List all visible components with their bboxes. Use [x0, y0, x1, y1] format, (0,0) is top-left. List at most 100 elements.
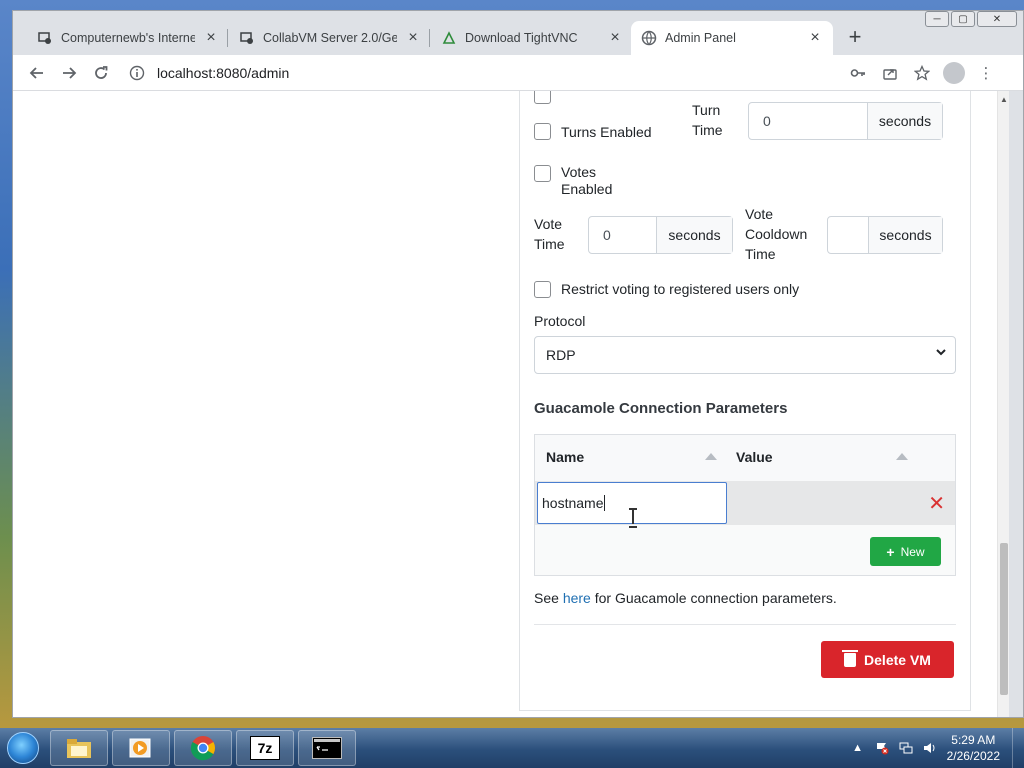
bookmark-star-icon[interactable]	[911, 62, 933, 84]
forward-icon[interactable]	[53, 59, 85, 87]
column-header-value[interactable]: Value	[736, 449, 773, 465]
minimize-icon[interactable]: ─	[925, 11, 949, 27]
window-controls: ─ ▢ ✕	[925, 11, 1017, 27]
tab-title: CollabVM Server 2.0/Geth	[263, 31, 397, 45]
vote-time-unit: seconds	[656, 217, 732, 253]
7zip-icon: 7z	[250, 736, 280, 760]
delete-vm-button[interactable]: Delete VM	[821, 641, 954, 678]
show-desktop-button[interactable]	[1012, 728, 1024, 768]
tightvnc-icon	[441, 30, 457, 46]
system-tray: ▲ 5:29 AM 2/26/2022	[851, 728, 1024, 768]
table-header: Name Value	[535, 435, 955, 481]
tab-computernewb[interactable]: Computernewb's Internet ×	[27, 21, 229, 55]
protocol-selected: RDP	[546, 347, 576, 363]
votes-enabled-label: Votes Enabled	[561, 164, 613, 197]
vote-cooldown-label: Vote Cooldown Time	[745, 206, 808, 262]
chrome-icon	[189, 735, 217, 761]
turns-enabled-checkbox[interactable]	[534, 123, 551, 140]
close-icon[interactable]: ×	[807, 29, 823, 47]
browser-toolbar: localhost:8080/admin ⋮	[13, 55, 1023, 91]
divider	[534, 624, 956, 625]
start-button[interactable]	[0, 728, 46, 768]
vote-cooldown-input[interactable]	[828, 217, 868, 253]
share-icon[interactable]	[879, 62, 901, 84]
vm-settings-panel: Turns Enabled Turn Time 0 seconds Votes …	[519, 91, 971, 711]
explorer-taskbar-button[interactable]	[50, 730, 108, 766]
reload-icon[interactable]	[85, 59, 117, 87]
volume-icon[interactable]	[923, 741, 937, 755]
tab-tightvnc[interactable]: Download TightVNC ×	[431, 21, 633, 55]
scroll-up-icon[interactable]: ▲	[1000, 95, 1008, 104]
delete-row-icon[interactable]: ✕	[928, 491, 945, 516]
trash-icon	[842, 649, 859, 667]
show-hidden-icons[interactable]: ▲	[851, 741, 865, 755]
checkbox-row-hidden	[534, 91, 551, 104]
media-player-taskbar-button[interactable]	[112, 730, 170, 766]
guac-params-table: Name Value hostname ✕ + New	[534, 434, 956, 576]
plus-icon: +	[886, 543, 895, 560]
close-icon[interactable]: ×	[607, 29, 623, 47]
scrollbar-thumb[interactable]	[1000, 543, 1008, 695]
vote-cooldown-group: seconds	[827, 216, 943, 254]
turn-time-group: 0 seconds	[748, 102, 943, 140]
maximize-icon[interactable]: ▢	[951, 11, 975, 27]
tab-title: Download TightVNC	[465, 31, 578, 45]
restrict-voting-label: Restrict voting to registered users only	[561, 281, 800, 297]
vote-time-group: 0 seconds	[588, 216, 733, 254]
table-row: hostname ✕	[535, 481, 955, 525]
votes-enabled-row: Votes Enabled	[534, 164, 621, 198]
guac-docs-link[interactable]: here	[563, 590, 591, 606]
sort-icon[interactable]	[705, 453, 717, 460]
vote-time-input[interactable]: 0	[589, 217, 656, 253]
browser-window: Computernewb's Internet × CollabVM Serve…	[12, 10, 1024, 718]
tab-title: Admin Panel	[665, 31, 736, 45]
vote-time-label: Vote Time	[534, 216, 565, 252]
text-cursor-icon	[629, 508, 637, 528]
vote-cooldown-unit: seconds	[868, 217, 942, 253]
protocol-label: Protocol	[534, 313, 586, 329]
site-icon	[239, 30, 255, 46]
turn-time-input[interactable]: 0	[749, 103, 867, 139]
turn-time-label: Turn Time	[692, 102, 723, 138]
cmd-taskbar-button[interactable]	[298, 730, 356, 766]
menu-dots-icon[interactable]: ⋮	[975, 62, 997, 84]
delete-vm-label: Delete VM	[864, 651, 931, 668]
explorer-icon	[65, 735, 93, 761]
restrict-voting-row: Restrict voting to registered users only	[534, 280, 799, 298]
clock[interactable]: 5:29 AM 2/26/2022	[947, 732, 1000, 764]
new-tab-button[interactable]: +	[843, 25, 867, 49]
media-player-icon	[127, 735, 155, 761]
7zip-taskbar-button[interactable]: 7z	[236, 730, 294, 766]
url-text[interactable]: localhost:8080/admin	[157, 65, 289, 81]
param-name-value: hostname	[542, 495, 604, 511]
restrict-voting-checkbox[interactable]	[534, 281, 551, 298]
key-icon[interactable]	[847, 62, 869, 84]
back-icon[interactable]	[21, 59, 53, 87]
window-close-icon[interactable]: ✕	[977, 11, 1017, 27]
action-center-icon[interactable]	[875, 741, 889, 755]
globe-icon	[641, 30, 657, 46]
tab-admin-panel[interactable]: Admin Panel ×	[631, 21, 833, 55]
close-icon[interactable]: ×	[405, 29, 421, 47]
checkbox[interactable]	[534, 91, 551, 104]
cmd-icon	[312, 737, 342, 759]
help-prefix: See	[534, 590, 563, 606]
chrome-taskbar-button[interactable]	[174, 730, 232, 766]
column-header-name[interactable]: Name	[546, 449, 584, 465]
tab-title: Computernewb's Internet	[61, 31, 195, 45]
address-bar[interactable]: localhost:8080/admin ⋮	[127, 59, 997, 87]
turn-time-unit: seconds	[867, 103, 942, 139]
network-icon[interactable]	[899, 741, 913, 755]
info-icon[interactable]	[127, 63, 147, 83]
clock-time: 5:29 AM	[951, 733, 996, 747]
sort-icon[interactable]	[896, 453, 908, 460]
protocol-select[interactable]: RDP	[534, 336, 956, 374]
close-icon[interactable]: ×	[203, 29, 219, 47]
page-scrollbar[interactable]: ▲	[997, 91, 1009, 717]
tab-collabvm[interactable]: CollabVM Server 2.0/Geth ×	[229, 21, 431, 55]
clock-date: 2/26/2022	[946, 749, 1000, 763]
votes-enabled-checkbox[interactable]	[534, 165, 551, 182]
chevron-down-icon	[935, 346, 947, 361]
new-param-button[interactable]: + New	[870, 537, 941, 566]
profile-avatar-icon[interactable]	[943, 62, 965, 84]
